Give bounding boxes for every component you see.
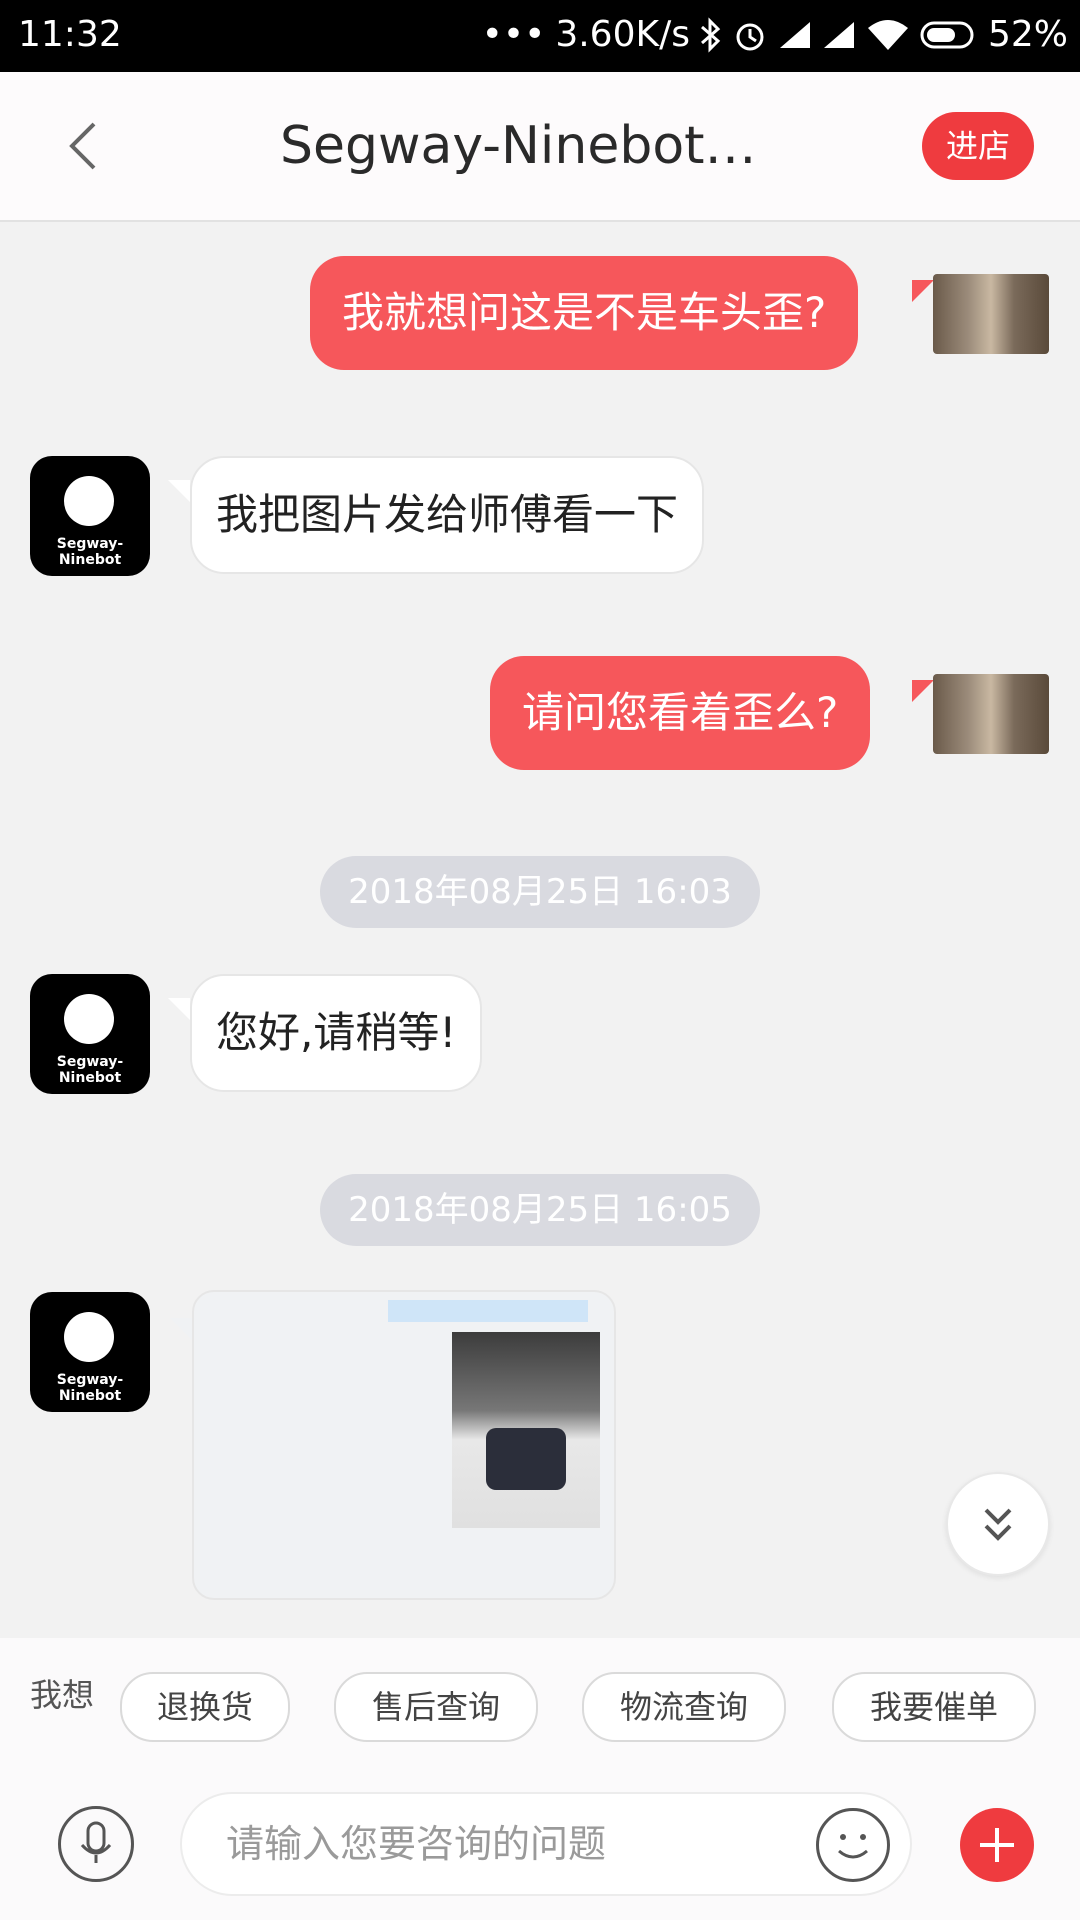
microphone-icon [80,1821,112,1863]
back-icon[interactable] [56,116,116,176]
avatar-brand-text: Segway-Ninebot [56,536,124,568]
message-bubble-in[interactable]: 我把图片发给师傅看一下 [190,456,705,574]
segway-logo-icon [64,476,114,526]
bluetooth-icon [700,16,721,53]
more-actions-button[interactable] [960,1808,1034,1882]
chip-return-exchange[interactable]: 退换货 [120,1672,290,1742]
chevron-double-down-icon [984,1508,1012,1541]
status-time: 11:32 [18,14,122,55]
signal-icon-1 [779,21,810,48]
battery-icon [920,21,974,48]
image-screenshot-header [388,1300,588,1322]
image-photo [452,1332,600,1528]
status-icons: ••• 3.60K/s 52% [482,14,1068,55]
avatar-brand-text: Segway-Ninebot [56,1054,124,1086]
smiley-icon [838,1834,868,1859]
timestamp: 2018年08月25日 16:05 [320,1174,760,1246]
user-avatar[interactable] [933,274,1049,354]
bubble-tail [168,998,190,1020]
user-avatar[interactable] [933,674,1049,754]
chip-logistics[interactable]: 物流查询 [582,1672,786,1742]
chat-header: Segway-Ninebot京... 进店 [0,72,1080,222]
input-bar [0,1750,1080,1920]
message-bubble-in[interactable]: 您好,请稍等! [190,974,483,1092]
bubble-tail [912,680,934,702]
shop-avatar[interactable]: Segway-Ninebot [30,974,150,1094]
scooter-seat [486,1428,566,1490]
message-bubble-out[interactable]: 我就想问这是不是车头歪? [310,256,859,370]
signal-icon-2 [823,21,854,48]
avatar-brand-text: Segway-Ninebot [56,1372,124,1404]
voice-input-button[interactable] [58,1806,134,1882]
status-bar: 11:32 ••• 3.60K/s 52% [0,0,1080,72]
bubble-tail [912,280,934,302]
enter-store-button[interactable]: 进店 [922,112,1034,180]
message-bubble-out[interactable]: 请问您看着歪么? [490,656,871,770]
segway-logo-icon [64,1312,114,1362]
plus-icon [980,1828,1014,1862]
message-input[interactable] [180,1792,912,1896]
quick-reply-label: 我想 [30,1676,95,1714]
bubble-tail [170,1318,192,1340]
alarm-icon [736,23,764,50]
timestamp: 2018年08月25日 16:03 [320,856,760,928]
bubble-tail [168,480,190,502]
scroll-to-bottom-button[interactable] [946,1472,1050,1576]
page-title: Segway-Ninebot京... [280,116,800,176]
segway-logo-icon [64,994,114,1044]
chip-urge-order[interactable]: 我要催单 [832,1672,1036,1742]
quick-reply-bar: 我想 退换货 售后查询 物流查询 我要催单 [0,1638,1080,1750]
shop-avatar[interactable]: Segway-Ninebot [30,456,150,576]
shop-avatar[interactable]: Segway-Ninebot [30,1292,150,1412]
chip-after-sales[interactable]: 售后查询 [334,1672,538,1742]
message-image[interactable] [192,1290,616,1600]
emoji-button[interactable] [816,1808,890,1882]
wifi-icon [867,19,908,50]
more-icon: ••• [481,14,546,55]
battery-level: 52% [987,14,1068,55]
net-speed: 3.60K/s [555,14,690,55]
